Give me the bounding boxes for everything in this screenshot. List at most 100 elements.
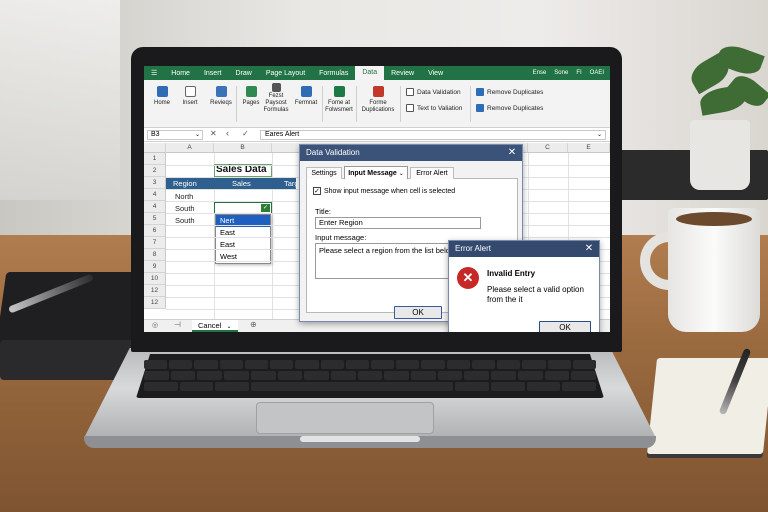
row-header[interactable]: 10 — [144, 273, 166, 285]
title-label: Title: — [315, 207, 331, 216]
header-sales[interactable]: Sales — [232, 179, 251, 188]
row-header[interactable]: 12 — [144, 297, 166, 309]
formula-input[interactable]: Eares Alert ⌄ — [260, 130, 606, 140]
input-message-label: Input message: — [315, 233, 367, 242]
tab-settings[interactable]: Settings — [306, 167, 342, 179]
data-validation-label: Data Validation — [417, 88, 461, 96]
row-header[interactable]: 12 — [144, 285, 166, 297]
error-alert-ok-button[interactable]: OK — [539, 321, 591, 332]
title-input[interactable]: Enter Region — [315, 217, 481, 229]
validation-icon — [406, 88, 414, 96]
tab-home[interactable]: Home — [164, 70, 197, 77]
tab-insert[interactable]: Insert — [197, 70, 229, 77]
show-input-message-row[interactable]: ✓ Show input message when cell is select… — [313, 187, 455, 195]
name-box[interactable]: B3 ⌄ — [147, 130, 203, 140]
validation-dropdown-list: Nert East East West — [215, 214, 271, 264]
formula-bar: B3 ⌄ ✕ ‹ ✓ Eares Alert ⌄ — [144, 128, 610, 142]
pin-icon — [245, 86, 257, 97]
prev-sheet-icon[interactable]: ⊣ — [174, 320, 181, 329]
tab-right-1[interactable]: Ense — [533, 70, 547, 76]
tab-view[interactable]: View — [421, 70, 450, 77]
menu-icon[interactable]: ☰ — [144, 69, 164, 77]
pages-button[interactable]: Pages — [240, 86, 262, 107]
duplications-button[interactable]: Forme Duplications — [360, 86, 396, 114]
remove-duplicates-label: Remove Duplicates — [487, 88, 544, 96]
header-region[interactable]: Region — [173, 179, 197, 188]
touchpad — [256, 402, 434, 434]
chevron-down-icon[interactable]: ⌄ — [597, 131, 602, 139]
key-row — [144, 371, 596, 380]
sheet-nav-icon[interactable]: ◎ — [152, 321, 158, 329]
accept-edit-icon[interactable]: ✓ — [242, 129, 249, 138]
home-grid-icon — [156, 86, 168, 97]
row-header[interactable]: 4 — [144, 189, 166, 201]
coffee-mug — [668, 208, 760, 332]
row-header[interactable]: 8 — [144, 249, 166, 261]
cell-south[interactable]: South — [175, 216, 195, 225]
link-icon — [271, 83, 281, 92]
tab-right-3[interactable]: FI — [576, 70, 581, 76]
insert-button-label: Insert — [182, 100, 198, 106]
tab-review[interactable]: Review — [384, 70, 421, 77]
data-validation-ok-button[interactable]: OK — [394, 306, 442, 319]
review-button[interactable]: Revieqs — [208, 86, 234, 107]
close-icon[interactable]: ✕ — [583, 241, 595, 257]
remove-duplicates-label-2: Remove Duplicates — [487, 104, 544, 112]
pages-button-label: Pages — [242, 100, 260, 106]
row-header[interactable]: 7 — [144, 237, 166, 249]
sort-button[interactable]: Fome at Folwsmert — [324, 86, 354, 114]
key-row — [144, 382, 596, 391]
data-validation-titlebar: Data Validation ✕ — [300, 145, 522, 161]
text-to-validation-button[interactable]: Text to Valiation — [406, 104, 462, 112]
add-sheet-icon[interactable]: ⊕ — [250, 320, 257, 329]
column-header-a[interactable]: A — [166, 143, 214, 153]
column-header-c[interactable]: C — [528, 143, 568, 153]
tab-page-layout[interactable]: Page Layout — [259, 70, 312, 77]
format-button[interactable]: Fermnat — [292, 86, 320, 107]
tab-error-alert[interactable]: Error Alert — [410, 167, 454, 179]
row-header[interactable]: 5 — [144, 213, 166, 225]
data-validation-button[interactable]: Data Validation — [406, 88, 461, 96]
remove-duplicates-button[interactable]: Remove Duplicates — [476, 88, 543, 96]
key-row — [144, 360, 596, 369]
close-icon[interactable]: ✕ — [506, 145, 518, 161]
row-header[interactable]: 2 — [144, 165, 166, 177]
cancel-edit-icon[interactable]: ✕ — [210, 129, 217, 138]
back-icon[interactable]: ‹ — [226, 128, 229, 138]
remove-duplicates-icon — [476, 88, 484, 96]
cell-north[interactable]: North — [175, 192, 193, 201]
row-header[interactable]: 3 — [144, 177, 166, 189]
chevron-down-icon[interactable]: ⌄ — [195, 131, 200, 139]
row-header[interactable]: 9 — [144, 261, 166, 273]
format-icon — [300, 86, 312, 97]
tab-data[interactable]: Data — [355, 66, 385, 80]
row-header[interactable]: 6 — [144, 225, 166, 237]
column-header-e[interactable]: E — [568, 143, 610, 153]
insert-button[interactable]: Insert — [178, 86, 202, 107]
tab-draw[interactable]: Draw — [228, 70, 258, 77]
tab-formulas[interactable]: Formulas — [312, 70, 355, 77]
plant-pot — [690, 120, 750, 190]
checkbox-checked-icon[interactable]: ✓ — [313, 187, 321, 195]
formulas-group-button[interactable]: Fezst Paysost Formulas — [262, 83, 290, 114]
sort-label-1: Fome at — [327, 100, 350, 106]
column-header-b[interactable]: B — [214, 143, 272, 153]
tab-right-4[interactable]: OAEI — [590, 70, 604, 76]
show-input-message-label: Show input message when cell is selected — [324, 187, 456, 195]
header-target[interactable]: Targ — [284, 179, 299, 188]
dropdown-arrow-icon[interactable]: ✓ — [261, 204, 270, 212]
black-notebook-bottom — [0, 340, 135, 380]
tab-right-2[interactable]: Sone — [554, 70, 568, 76]
row-header[interactable]: 4 — [144, 201, 166, 213]
ribbon: Home Insert Revieqs Pages Fezst Paysost … — [144, 80, 610, 128]
cell-south[interactable]: South — [175, 204, 195, 213]
select-all-corner[interactable] — [144, 143, 166, 153]
remove-duplicates-button-2[interactable]: Remove Duplicates — [476, 104, 543, 112]
row-header[interactable]: 1 — [144, 153, 166, 165]
tab-input-message[interactable]: Input Message ⌄ — [344, 166, 408, 179]
table-icon — [215, 86, 227, 97]
sheet-tab[interactable]: Cancel ⌄ — [192, 320, 238, 332]
home-button[interactable]: Home — [150, 86, 174, 107]
duplications-label-2: Duplications — [361, 107, 395, 113]
error-message: Please select a valid option from the it — [487, 285, 584, 304]
